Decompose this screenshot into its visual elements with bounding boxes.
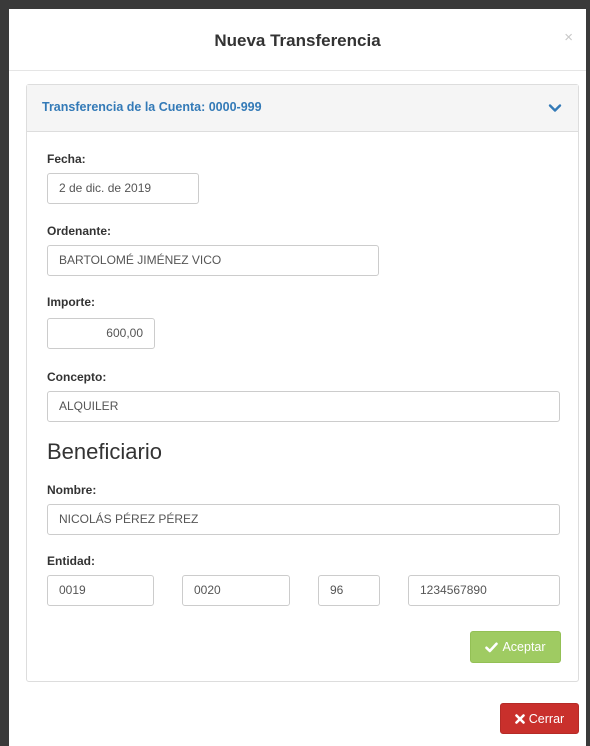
concepto-input[interactable]: ALQUILER [47,391,560,422]
close-button[interactable]: Cerrar [500,703,579,734]
entidad-input[interactable]: 0019 [47,575,154,606]
importe-label: Importe: [47,295,95,309]
close-icon[interactable]: × [564,29,573,46]
backdrop [0,0,590,9]
nombre-label: Nombre: [47,483,97,497]
panel-heading[interactable]: Transferencia de la Cuenta: 0000-999 [27,85,578,132]
cuenta-input[interactable]: 1234567890 [408,575,560,606]
backdrop-right [586,0,590,746]
times-icon [514,713,525,724]
chevron-down-icon[interactable] [548,101,562,115]
fecha-label: Fecha: [47,152,86,166]
beneficiario-heading: Beneficiario [47,439,162,464]
transfer-modal: Nueva Transferencia × Transferencia de l… [9,9,586,746]
nombre-input[interactable]: NICOLÁS PÉREZ PÉREZ [47,504,560,535]
concepto-label: Concepto: [47,370,107,384]
accept-label: Aceptar [502,640,546,654]
ordenante-input[interactable]: BARTOLOMÉ JIMÉNEZ VICO [47,245,379,276]
importe-input[interactable]: 600,00 [47,318,155,349]
panel-title: Transferencia de la Cuenta: 0000-999 [42,100,262,114]
modal-title: Nueva Transferencia [214,31,381,50]
check-icon [485,641,499,653]
accept-button[interactable]: Aceptar [470,631,561,663]
oficina-input[interactable]: 0020 [182,575,290,606]
backdrop-left [0,0,9,746]
fecha-input[interactable]: 2 de dic. de 2019 [47,173,199,204]
entidad-label: Entidad: [47,554,95,568]
dc-input[interactable]: 96 [318,575,380,606]
ordenante-label: Ordenante: [47,224,112,238]
transfer-panel: Transferencia de la Cuenta: 0000-999 Fec… [26,84,579,682]
modal-header: Nueva Transferencia × [9,9,586,71]
close-label: Cerrar [528,711,565,726]
page: Nueva Transferencia × Transferencia de l… [0,0,590,746]
